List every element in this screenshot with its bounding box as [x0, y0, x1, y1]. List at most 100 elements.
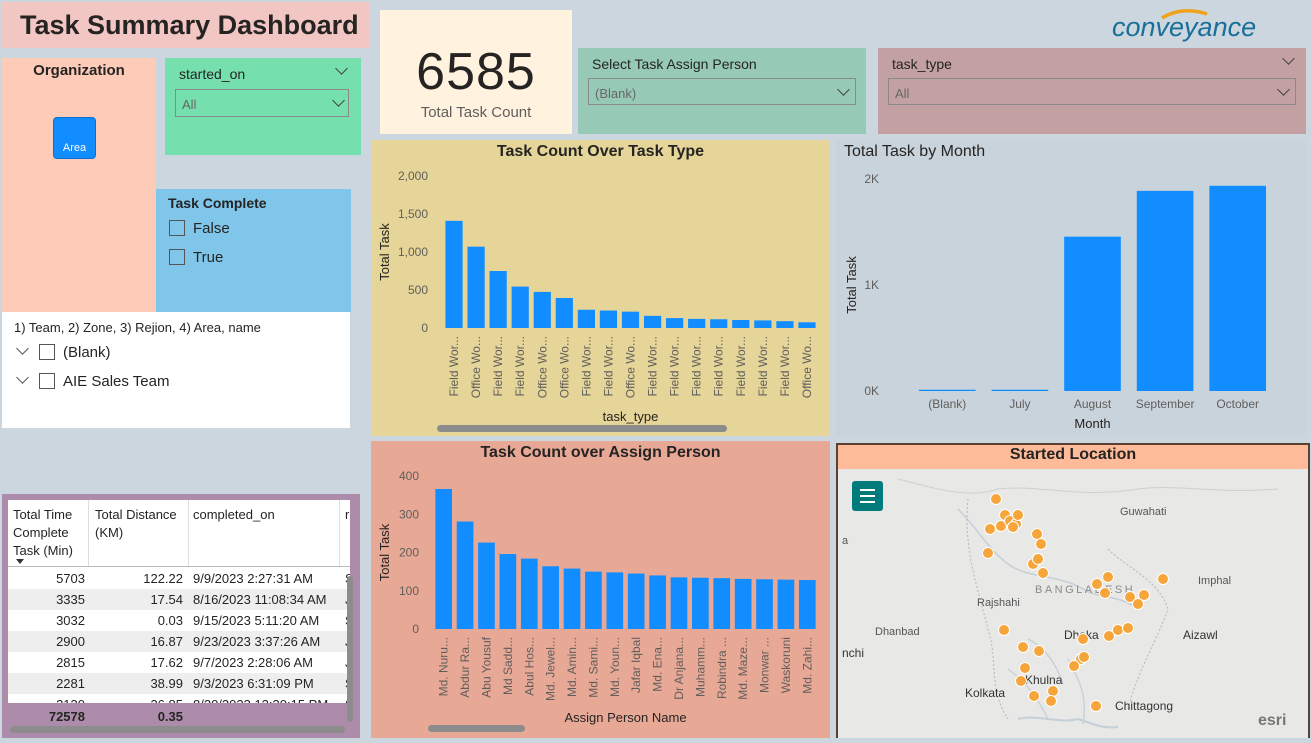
table-row[interactable]: 290016.879/23/2023 3:37:26 AMJ: [8, 631, 350, 652]
bar: [713, 578, 731, 629]
map-point: [1047, 685, 1059, 697]
map-canvas[interactable]: Guwahati BANGLADESH Imphal Rajshahi Dhan…: [838, 469, 1308, 738]
bar: [776, 321, 794, 328]
x-tick-label: Dr Anjana...: [672, 637, 686, 700]
map-label-a: a: [842, 535, 849, 547]
x-tick-label: September: [1136, 397, 1195, 411]
task-complete-title: Task Complete: [168, 195, 267, 211]
table-scrollbar-h[interactable]: [10, 726, 345, 733]
x-tick-label: Abu Yousuf: [479, 636, 493, 697]
y-tick-label: 2K: [864, 172, 879, 186]
x-tick-label: Robindra ...: [715, 637, 729, 699]
map-label-aizawl: Aizawl: [1183, 628, 1218, 642]
x-tick-label: Muhamm...: [693, 637, 707, 697]
kpi-label: Total Task Count: [420, 104, 532, 121]
x-axis-label: Assign Person Name: [564, 710, 686, 725]
map-point: [1122, 622, 1134, 634]
chevron-down-icon[interactable]: [16, 342, 29, 355]
chart-title: Total Task by Month: [844, 143, 986, 160]
area-button[interactable]: Area: [53, 117, 96, 159]
y-tick-label: 1,000: [398, 245, 428, 259]
table-cell: 17.62: [150, 655, 183, 670]
map-point: [1012, 509, 1024, 521]
map-point: [984, 523, 996, 535]
map-point: [1007, 521, 1019, 533]
checkbox-true[interactable]: [169, 249, 185, 265]
x-tick-label: August: [1074, 397, 1112, 411]
x-tick-label: (Blank): [928, 397, 966, 411]
x-tick-label: Monwar ...: [758, 637, 772, 693]
bar: [542, 566, 559, 629]
bar: [563, 568, 581, 629]
chevron-down-icon: [1277, 83, 1290, 96]
checkbox-aie-sales-team[interactable]: [39, 373, 55, 389]
x-tick-label: Field Wor...: [646, 336, 660, 396]
column-header-time[interactable]: Total Time Complete Task (Min): [13, 506, 89, 560]
started-on-dropdown[interactable]: All: [175, 89, 349, 117]
total-task-count-card: 6585 Total Task Count: [380, 10, 572, 134]
table-row[interactable]: 281517.629/7/2023 2:28:06 AMJ: [8, 652, 350, 673]
column-header-completed-on[interactable]: completed_on: [193, 506, 343, 524]
assign-person-label: Select Task Assign Person: [592, 56, 757, 72]
task-table-panel: Total Time Complete Task (Min) Total Dis…: [2, 494, 360, 738]
x-axis-label: Month: [1074, 416, 1110, 431]
task-type-chart-panel: Task Count Over Task Type 2,000 1,500 1,00…: [371, 140, 830, 436]
bar: [456, 521, 474, 629]
table-cell: 2815: [56, 655, 85, 670]
y-tick-label: 0K: [864, 384, 879, 398]
bar: [445, 220, 463, 328]
table-scrollbar-v[interactable]: [347, 576, 353, 722]
assign-person-value: (Blank): [595, 86, 637, 101]
assign-person-dropdown[interactable]: (Blank): [588, 78, 856, 105]
table-cell: 9/3/2023 6:31:09 PM: [193, 676, 314, 691]
dashboard-title: Task Summary Dashboard: [20, 10, 359, 40]
task-type-chart: 2,000 1,500 1,000 500 0 Field Wor... Office Wo…: [377, 169, 816, 424]
column-header-r[interactable]: r: [345, 506, 350, 524]
table-row[interactable]: 333517.548/16/2023 11:08:34 AMJ: [8, 589, 350, 610]
bar: [489, 271, 507, 328]
x-tick-label: Office Wo...: [800, 336, 814, 398]
table-row[interactable]: 30320.039/15/2023 5:11:20 AMS: [8, 610, 350, 631]
menu-icon[interactable]: [852, 481, 883, 511]
table-cell: 5703: [56, 571, 85, 586]
map-title: Started Location: [1009, 446, 1137, 463]
map-label-bangladesh: BANGLADESH: [1035, 584, 1135, 596]
chart-scrollbar[interactable]: [428, 725, 525, 732]
table-cell: 17.54: [150, 592, 183, 607]
y-tick-label: 1,500: [398, 207, 428, 221]
map-point: [1068, 660, 1080, 672]
chevron-down-icon[interactable]: [335, 62, 348, 75]
checkbox-blank[interactable]: [39, 344, 55, 360]
y-tick-label: 300: [399, 507, 419, 521]
chevron-down-icon[interactable]: [1282, 52, 1295, 65]
x-tick-label: Field Wor...: [756, 336, 770, 396]
map-label-guwahati: Guwahati: [1120, 506, 1166, 518]
table-cell: 3032: [56, 613, 85, 628]
chevron-down-icon[interactable]: [16, 371, 29, 384]
bar: [798, 322, 816, 328]
total-distance: 0.35: [157, 709, 183, 724]
conveyance-logo: conveyance: [1112, 8, 1282, 48]
x-tick-label: October: [1216, 397, 1259, 411]
map-label-imphal: Imphal: [1198, 575, 1231, 587]
hierarchy-slicer: 1) Team, 2) Zone, 3) Rejion, 4) Area, na…: [2, 312, 350, 428]
bar: [649, 575, 666, 629]
bar: [478, 542, 495, 629]
chart-scrollbar[interactable]: [437, 425, 727, 432]
task-type-dropdown[interactable]: All: [888, 78, 1296, 105]
started-on-slicer: started_on All: [165, 58, 361, 155]
organization-title: Organization: [33, 62, 125, 79]
table-row[interactable]: 228138.999/3/2023 6:31:09 PMS: [8, 673, 350, 694]
started-location-map-panel: Started Location Guwahati BANGLADESH Imp…: [836, 443, 1310, 738]
bar: [511, 286, 529, 328]
x-tick-label: Field Wor...: [668, 336, 682, 396]
checkbox-false[interactable]: [169, 220, 185, 236]
y-tick-label: 0: [421, 321, 428, 335]
column-header-distance[interactable]: Total Distance (KM): [95, 506, 187, 542]
task-table: Total Time Complete Task (Min) Total Dis…: [8, 500, 350, 728]
hierarchy-item-aie-sales-team: AIE Sales Team: [63, 373, 170, 390]
hierarchy-item-blank: (Blank): [63, 344, 111, 361]
x-tick-label: Md. Jewel...: [544, 637, 558, 701]
bar: [585, 571, 602, 629]
table-row[interactable]: 5703122.229/9/2023 2:27:31 AMS: [8, 568, 350, 589]
